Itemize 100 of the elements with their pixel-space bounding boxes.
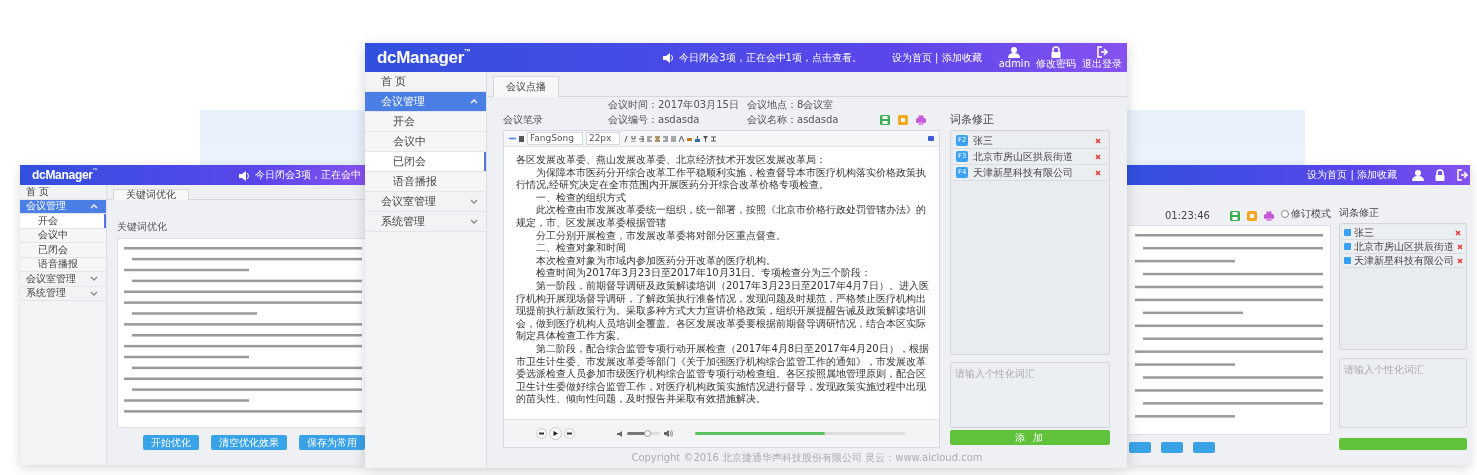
play-icon xyxy=(553,431,558,436)
meeting-info: 会议时间：2017年03月15日 xyxy=(608,98,740,112)
chevron-down-icon xyxy=(470,219,478,224)
sidebar-item[interactable]: 首 页 xyxy=(20,185,106,200)
speaker-icon xyxy=(662,52,675,63)
mute-icon xyxy=(617,430,623,437)
sidebar-item[interactable]: 系统管理 xyxy=(20,286,106,301)
change-password-button[interactable] xyxy=(1433,169,1447,181)
next-icon xyxy=(567,431,572,436)
term-item[interactable]: 张三 xyxy=(1342,226,1464,240)
font-select[interactable]: FangSong xyxy=(527,132,583,145)
document-paragraph: 本次检查对象为市域内参加医药分开改革的医疗机构。 xyxy=(535,254,777,267)
close-icon[interactable] xyxy=(1455,229,1461,236)
logout-icon xyxy=(1096,45,1108,58)
meeting-info: 会议编号：asdasda xyxy=(608,113,701,127)
chevron-up-icon xyxy=(90,203,98,209)
header-links[interactable]: 设为首页 | 添加收藏 xyxy=(1307,168,1397,182)
sidebar-item[interactable]: 系统管理 xyxy=(365,212,486,232)
document-paragraph: 各区发展改革委、燕山发展改革委、北京经济技术开发区发展改革局： xyxy=(516,154,827,167)
align-left-icon[interactable] xyxy=(647,135,653,142)
next-button[interactable] xyxy=(564,428,575,439)
align-right-icon[interactable] xyxy=(663,135,669,142)
filter-icon[interactable] xyxy=(703,135,709,142)
underline-icon[interactable] xyxy=(631,135,637,142)
section-label: 关键词优化 xyxy=(117,220,168,234)
document-paragraph: 一、检查的组织方式 xyxy=(535,191,627,204)
sidebar-subitem[interactable]: 已闭会 xyxy=(365,152,486,172)
notice-text[interactable]: 今日闭会3项，正在会中 xyxy=(254,168,361,182)
sidebar-subitem[interactable]: 已闭会 xyxy=(20,243,106,258)
section-label: 会议笔录 xyxy=(503,113,544,127)
notice-text[interactable]: 今日闭会3项，正在会中1项，点击查看。 xyxy=(679,50,862,65)
bold-icon[interactable] xyxy=(519,135,524,142)
close-icon[interactable] xyxy=(1457,257,1463,264)
sidebar-subitem[interactable]: 会议中 xyxy=(365,132,486,152)
close-icon[interactable] xyxy=(1457,243,1463,250)
folder-icon[interactable] xyxy=(898,115,908,125)
document-paragraph: 第二阶段，配合综合监管专项行动开展检查（2017年4月8日至2017年4月20日），根据市卫生计生委、市发展改革委等部门《关于加强医疗机构综合监管工作的通知》，市发展改革委选派检查人员参加市级医疗机构综合监管专项行动检查组。各区按照属地管理原则，配合区卫生计生委做好综合监管工作，对医疗机构政策实施情况进行督导，发现政策实施过程中出现的苗头性、倾向性问题，及时报告并采取有效措施解决。 xyxy=(516,342,930,406)
term-item[interactable]: 天津新星科技有限公司 xyxy=(1342,254,1464,268)
sidebar-subitem[interactable]: 开会 xyxy=(365,112,486,132)
speaker-icon xyxy=(237,169,250,181)
logout-button[interactable] xyxy=(1455,169,1469,181)
document-paragraph: 此次检查由市发展改革委统一组织，统一部署，按照《北京市价格行政处罚管辖办法》的规定，市、区发展改革委根据管辖 xyxy=(516,204,927,230)
previous-button[interactable] xyxy=(536,428,547,439)
italic-icon[interactable] xyxy=(623,135,629,142)
radio-button[interactable] xyxy=(1281,210,1289,218)
close-icon[interactable] xyxy=(1095,137,1101,144)
panel-title: 词条修正 xyxy=(950,112,995,128)
term-text: 天津新星科技有限公司 xyxy=(973,165,1075,180)
term-text: 张三 xyxy=(1354,225,1375,240)
meeting-info: 会议名称：asdasda xyxy=(747,113,840,127)
paint-icon[interactable] xyxy=(695,135,701,142)
slider-thumb[interactable] xyxy=(643,430,651,437)
term-text: 张三 xyxy=(973,133,995,148)
document-paragraph: 二、检查对象和时间 xyxy=(535,242,627,255)
document-paragraph: 第一阶段，前期督导调研及政策解读培训（2017年3月23日至2017年4月7日）。进入医疗机构开展现场督导调研，了解政策执行准备情况，发现问题及时规范，严格禁止医疗机构出现提前执行新政策行为。采取多种方式大力宣讲价格政策，组织开展提醒告诫及政策解读培训会，做到医疗机构人员培训全覆盖。各区发展改革委要根据前期督导调研情况，结合本区实际制定具体检查工作方案。 xyxy=(516,279,930,343)
save-icon[interactable] xyxy=(880,115,890,125)
highlight-icon[interactable] xyxy=(687,135,693,142)
print-icon[interactable] xyxy=(916,115,926,125)
sidebar-item[interactable]: 会议室管理 xyxy=(365,192,486,212)
previous-icon xyxy=(539,431,544,436)
close-icon[interactable] xyxy=(1095,169,1101,176)
revision-mode-toggle[interactable]: 修订模式 xyxy=(1281,207,1331,221)
folder-icon[interactable] xyxy=(1247,211,1257,221)
logout-button[interactable]: 退出登录 xyxy=(1081,45,1123,70)
chevron-up-icon xyxy=(470,99,478,104)
change-password-button[interactable]: 修改密码 xyxy=(1035,45,1077,70)
tab[interactable]: 会议点播 xyxy=(493,76,559,97)
meeting-info: 会议地点：8会议室 xyxy=(747,98,835,112)
term-text: 北京市房山区拱辰街道 xyxy=(973,149,1075,164)
size-select[interactable]: 22px xyxy=(585,132,621,145)
lock-icon xyxy=(1050,45,1062,58)
sidebar-subitem[interactable]: 语音播报 xyxy=(365,172,486,192)
header-links[interactable]: 设为首页 | 添加收藏 xyxy=(891,50,982,65)
timer-text: 01:23:46 xyxy=(1165,210,1210,221)
play-button[interactable] xyxy=(549,427,562,440)
volume-icon xyxy=(664,430,673,437)
account-button[interactable] xyxy=(1411,169,1425,181)
user-icon xyxy=(1412,169,1424,181)
app-logo: dcManager$^{™}$ xyxy=(377,47,471,68)
document-paragraph: 检查时间为2017年3月23日至2017年10月31日。专项检查分为三个阶段： xyxy=(535,267,873,280)
sidebar-subitem[interactable]: 开会 xyxy=(20,214,106,229)
document-paragraph: 为保障本市医药分开综合改革工作平稳顺利实施，检查督导本市医疗机构落实价格政策执行情况,经研究决定在全市范围内开展医药分开综合改革价格专项检查。 xyxy=(516,166,927,192)
align-center-icon[interactable] xyxy=(655,135,661,142)
source-icon[interactable] xyxy=(509,136,516,141)
save-icon[interactable] xyxy=(1230,211,1240,221)
account-button[interactable]: admin xyxy=(997,45,1031,70)
sidebar-item[interactable]: 会议室管理 xyxy=(20,272,106,287)
user-icon xyxy=(1008,45,1021,58)
volume-slider[interactable] xyxy=(627,432,660,435)
term-item[interactable]: 北京市房山区拱辰街道 xyxy=(1342,240,1464,254)
close-icon[interactable] xyxy=(1095,153,1101,160)
strikethrough-icon[interactable] xyxy=(639,135,645,142)
print-icon[interactable] xyxy=(1264,211,1274,221)
sidebar-item[interactable]: 会议管理 xyxy=(365,92,486,112)
chevron-down-icon xyxy=(470,199,478,204)
panel-title: 词条修正 xyxy=(1339,206,1380,220)
font-color-icon[interactable] xyxy=(679,135,685,142)
term-text: 天津新星科技有限公司 xyxy=(1354,253,1454,268)
tab[interactable]: 关键词优化 xyxy=(113,189,189,200)
line-height-icon[interactable] xyxy=(711,135,717,142)
